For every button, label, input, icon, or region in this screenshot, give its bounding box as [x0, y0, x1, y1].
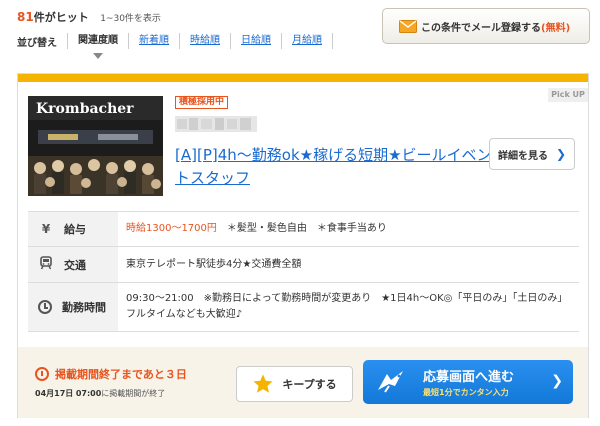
clock-icon	[38, 300, 52, 314]
job-info-table: ¥ 給与 時給1300～1700円 ＊髪型・髪色自由 ＊食事手当あり 交通 東京…	[28, 211, 579, 332]
sort-label: 並び替え	[17, 37, 57, 49]
transport-row: 交通 東京テレポート駅徒歩4分★交通費全額	[28, 246, 579, 282]
sort-relevance[interactable]: 関連度順	[67, 33, 128, 59]
timer-icon	[35, 367, 49, 381]
company-name-blurred	[175, 116, 257, 132]
mail-register-free: (無料)	[541, 22, 571, 34]
salary-notes: ＊髪型・髪色自由 ＊食事手当あり	[226, 223, 387, 234]
keep-button[interactable]: キープする	[236, 366, 353, 402]
mail-register-label: この条件でメール登録する	[421, 22, 541, 34]
job-title-link[interactable]: [A][P]4h～勤務ok★稼げる短期★ビールイベントスタッフ	[175, 144, 493, 190]
result-range: 1~30件を表示	[100, 14, 161, 24]
transport-value: 東京テレポート駅徒歩4分★交通費全額	[126, 258, 302, 270]
salary-amount: 時給1300～1700円	[126, 223, 217, 234]
photo-sign-text: Krombacher	[36, 101, 134, 117]
salary-header: ¥ 給与	[28, 212, 118, 246]
sort-bar: 並び替え 関連度順 新着順 時給順 日給順 月給順	[17, 33, 333, 59]
transport-label: 交通	[64, 258, 86, 272]
sort-relevance-label: 関連度順	[78, 35, 118, 46]
job-card: Pick UP Krombacher 積極採用中 [A][P]4h～勤務ok★稼	[17, 73, 589, 418]
keep-label: キープする	[282, 378, 337, 391]
pickup-tag: Pick UP	[548, 88, 588, 102]
yen-icon: ¥	[41, 222, 51, 236]
hours-row: 勤務時間 09:30～21:00 ※勤務日によって勤務時間が変更あり ★1日4h…	[28, 282, 579, 332]
salary-value: 時給1300～1700円 ＊髪型・髪色自由 ＊食事手当あり	[118, 212, 579, 246]
result-count-unit: 件がヒット	[33, 11, 89, 24]
active-sort-caret-icon	[93, 53, 103, 59]
deadline-date: 04月17日 07:00に掲載期間が終了	[35, 388, 165, 399]
result-count-number: 81	[17, 10, 34, 24]
card-top-bar	[18, 74, 588, 82]
hours-label: 勤務時間	[62, 301, 106, 314]
bird-icon	[378, 371, 403, 393]
salary-label: 給与	[64, 223, 86, 236]
chevron-right-icon: ❯	[555, 147, 567, 161]
result-count: 81件がヒット 1~30件を表示	[17, 9, 161, 25]
salary-row: ¥ 給与 時給1300～1700円 ＊髪型・髪色自由 ＊食事手当あり	[28, 211, 579, 246]
deadline-suffix: に掲載期間が終了	[101, 389, 166, 398]
sort-newest[interactable]: 新着順	[128, 33, 179, 49]
sort-monthly[interactable]: 月給順	[281, 33, 333, 49]
card-footer: 掲載期間終了まであと３日 04月17日 07:00に掲載期間が終了 キープする …	[18, 347, 588, 418]
star-icon	[253, 374, 273, 393]
apply-button[interactable]: 応募画面へ進む 最短1分でカンタン入力 ❯	[363, 360, 573, 404]
hours-value: 09:30～21:00 ※勤務日によって勤務時間が変更あり ★1日4h～OK◎「…	[126, 293, 573, 320]
deadline-text: 掲載期間終了まであと３日	[55, 368, 187, 381]
view-details-label: 詳細を見る	[497, 150, 548, 162]
mail-register-button[interactable]: この条件でメール登録する (無料)	[382, 8, 590, 44]
apply-label: 応募画面へ進む	[423, 370, 515, 385]
deadline-notice: 掲載期間終了まであと３日	[35, 366, 187, 382]
apply-sublabel: 最短1分でカンタン入力	[423, 388, 509, 397]
job-photo-image: Krombacher	[28, 96, 163, 196]
hours-header: 勤務時間	[28, 283, 118, 331]
view-details-button[interactable]: 詳細を見る ❯	[489, 138, 575, 170]
deadline-time-value: 07:00	[75, 389, 102, 398]
train-icon	[38, 256, 54, 273]
chevron-right-icon: ❯	[551, 373, 563, 389]
sort-hourly[interactable]: 時給順	[179, 33, 230, 49]
actively-hiring-badge: 積極採用中	[175, 96, 229, 109]
job-photo[interactable]: Krombacher	[28, 96, 163, 196]
deadline-date-value: 04月17日	[35, 389, 74, 398]
sort-daily[interactable]: 日給順	[230, 33, 281, 49]
transport-header: 交通	[28, 247, 118, 282]
mail-icon	[399, 19, 417, 33]
